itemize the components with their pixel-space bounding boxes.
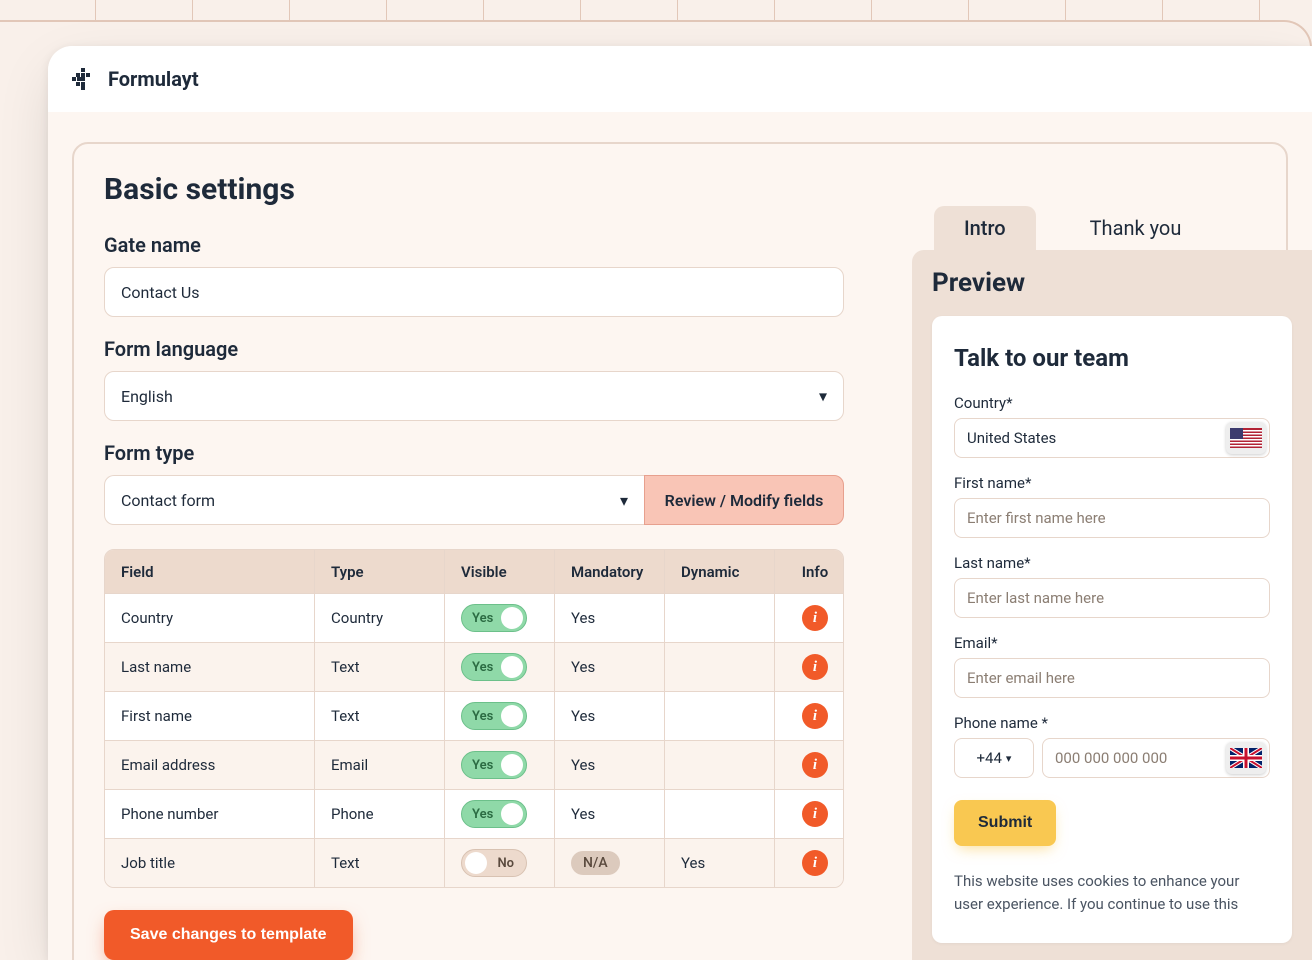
col-field: Field (105, 550, 315, 593)
cell-visible: Yes (445, 692, 555, 740)
info-icon[interactable]: i (802, 850, 828, 876)
save-button[interactable]: Save changes to template (104, 910, 353, 960)
uk-flag-icon (1226, 742, 1266, 774)
cell-type: Text (315, 839, 445, 887)
cell-type: Email (315, 741, 445, 789)
cell-visible: Yes (445, 594, 555, 642)
table-row: Phone numberPhone Yes Yes i (105, 790, 843, 839)
preview-form: Talk to our team Country* United States … (932, 316, 1292, 943)
cell-visible: Yes (445, 790, 555, 838)
na-pill: N/A (571, 851, 620, 875)
cell-mandatory: Yes (555, 594, 665, 642)
cell-type: Phone (315, 790, 445, 838)
visible-toggle[interactable]: Yes (461, 702, 527, 730)
cell-visible: Yes (445, 643, 555, 691)
cell-field: First name (105, 692, 315, 740)
cell-field: Job title (105, 839, 315, 887)
cell-type: Country (315, 594, 445, 642)
form-language-select[interactable]: English ▾ (104, 371, 844, 421)
visible-toggle[interactable]: No (461, 849, 527, 877)
cell-type: Text (315, 643, 445, 691)
col-info: Info (775, 550, 844, 593)
gate-name-input[interactable]: Contact Us (104, 267, 844, 317)
chevron-down-icon: ▾ (1006, 752, 1012, 765)
cell-info: i (775, 741, 844, 789)
fields-table: Field Type Visible Mandatory Dynamic Inf… (104, 549, 844, 888)
cell-visible: Yes (445, 741, 555, 789)
lastname-label: Last name* (954, 554, 1270, 572)
cell-dynamic (665, 692, 775, 740)
logo-icon (70, 66, 96, 92)
cell-info: i (775, 594, 844, 642)
cell-visible: No (445, 839, 555, 887)
phone-label: Phone name * (954, 714, 1270, 732)
preview-form-title: Talk to our team (954, 344, 1270, 372)
cell-field: Email address (105, 741, 315, 789)
chevron-down-icon: ▾ (620, 491, 628, 510)
email-input[interactable]: Enter email here (954, 658, 1270, 698)
topbar: Formulayt (48, 46, 1312, 112)
col-visible: Visible (445, 550, 555, 593)
firstname-input[interactable]: Enter first name here (954, 498, 1270, 538)
form-type-select[interactable]: Contact form ▾ (104, 475, 644, 525)
col-type: Type (315, 550, 445, 593)
cell-field: Country (105, 594, 315, 642)
cell-dynamic (665, 741, 775, 789)
cell-field: Phone number (105, 790, 315, 838)
email-label: Email* (954, 634, 1270, 652)
visible-toggle[interactable]: Yes (461, 800, 527, 828)
review-modify-button[interactable]: Review / Modify fields (644, 475, 844, 525)
cell-field: Last name (105, 643, 315, 691)
col-mandatory: Mandatory (555, 550, 665, 593)
table-row: CountryCountry Yes Yes i (105, 594, 843, 643)
table-row: Job titleText No N/A Yes i (105, 839, 843, 887)
cell-info: i (775, 839, 844, 887)
info-icon[interactable]: i (802, 703, 828, 729)
info-icon[interactable]: i (802, 605, 828, 631)
phone-input[interactable]: 000 000 000 000 (1042, 738, 1270, 778)
cell-mandatory: Yes (555, 790, 665, 838)
cell-info: i (775, 643, 844, 691)
submit-button[interactable]: Submit (954, 800, 1056, 846)
cell-dynamic (665, 790, 775, 838)
cell-mandatory: Yes (555, 692, 665, 740)
cell-mandatory: Yes (555, 643, 665, 691)
tab-thankyou[interactable]: Thank you (1060, 206, 1212, 250)
info-icon[interactable]: i (802, 654, 828, 680)
col-dynamic: Dynamic (665, 550, 775, 593)
cell-dynamic: Yes (665, 839, 775, 887)
visible-toggle[interactable]: Yes (461, 653, 527, 681)
cell-info: i (775, 790, 844, 838)
country-select[interactable]: United States (954, 418, 1270, 458)
us-flag-icon (1226, 422, 1266, 454)
table-row: Email addressEmail Yes Yes i (105, 741, 843, 790)
brand-name: Formulayt (108, 67, 199, 91)
page-title: Basic settings (104, 172, 1256, 207)
cell-dynamic (665, 594, 775, 642)
preview-panel: Intro Thank you Preview Talk to our team… (912, 206, 1312, 960)
country-label: Country* (954, 394, 1270, 412)
info-icon[interactable]: i (802, 752, 828, 778)
cell-mandatory: N/A (555, 839, 665, 887)
tab-intro[interactable]: Intro (934, 206, 1036, 250)
firstname-label: First name* (954, 474, 1270, 492)
visible-toggle[interactable]: Yes (461, 751, 527, 779)
cell-info: i (775, 692, 844, 740)
phone-code-select[interactable]: +44 ▾ (954, 738, 1034, 778)
info-icon[interactable]: i (802, 801, 828, 827)
lastname-input[interactable]: Enter last name here (954, 578, 1270, 618)
preview-title: Preview (932, 268, 1292, 298)
cookie-text: This website uses cookies to enhance you… (954, 870, 1270, 915)
cell-dynamic (665, 643, 775, 691)
cell-type: Text (315, 692, 445, 740)
visible-toggle[interactable]: Yes (461, 604, 527, 632)
chevron-down-icon: ▾ (819, 387, 827, 406)
cell-mandatory: Yes (555, 741, 665, 789)
table-row: Last nameText Yes Yes i (105, 643, 843, 692)
table-row: First nameText Yes Yes i (105, 692, 843, 741)
